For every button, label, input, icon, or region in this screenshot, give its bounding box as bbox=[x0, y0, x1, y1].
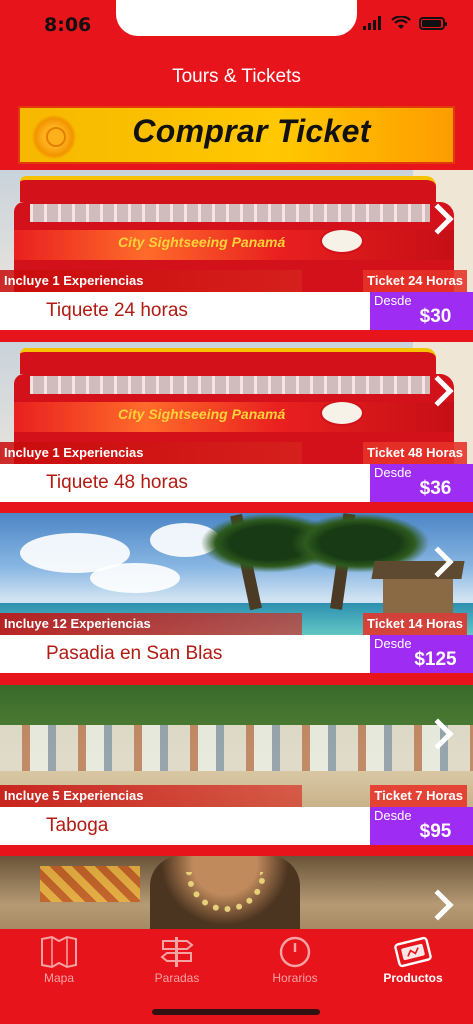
price-amount: $125 bbox=[414, 649, 457, 670]
home-indicator bbox=[152, 1009, 320, 1015]
battery-icon bbox=[419, 16, 447, 30]
experiences-count: Incluye 5 Experiencias bbox=[0, 784, 302, 807]
page-title: Tours & Tickets bbox=[172, 66, 301, 87]
status-bar: 8:06 bbox=[0, 0, 473, 52]
product-title-bar: Tiquete 48 horas bbox=[0, 463, 370, 502]
wifi-icon bbox=[391, 16, 411, 29]
tab-mapa[interactable]: Mapa bbox=[0, 929, 118, 993]
signal-icon bbox=[363, 16, 381, 30]
ticket-duration: Ticket 24 Horas bbox=[363, 270, 467, 292]
product-title: Pasadia en San Blas bbox=[46, 643, 223, 664]
product-title: Tiquete 24 horas bbox=[46, 300, 188, 321]
navigation-bar: Tours & Tickets bbox=[0, 52, 473, 102]
product-title-bar: Pasadia en San Blas bbox=[0, 635, 370, 673]
price-amount: $36 bbox=[419, 477, 452, 499]
experiences-count: Incluye 1 Experiencias bbox=[0, 441, 302, 464]
product-title-bar: Tiquete 24 horas bbox=[0, 292, 370, 330]
status-time: 8:06 bbox=[44, 14, 92, 36]
clock-icon bbox=[279, 936, 311, 968]
product-title: Taboga bbox=[46, 814, 109, 836]
price-box: Desde $36 bbox=[370, 463, 473, 502]
price-amount: $95 bbox=[419, 820, 452, 842]
tab-paradas[interactable]: Paradas bbox=[118, 929, 236, 993]
product-card[interactable]: Incluye 5 Experiencias Ticket 7 Horas Ta… bbox=[0, 684, 473, 857]
experiences-count: Incluye 1 Experiencias bbox=[0, 270, 302, 292]
buy-ticket-banner[interactable]: Comprar Ticket bbox=[18, 106, 455, 164]
price-box: Desde $95 bbox=[370, 806, 473, 845]
ticket-icon bbox=[394, 936, 432, 968]
tab-label: Paradas bbox=[154, 971, 200, 985]
signpost-icon bbox=[160, 937, 194, 967]
tab-label: Productos bbox=[383, 971, 443, 985]
price-box: Desde $125 bbox=[370, 635, 473, 673]
tab-horarios[interactable]: Horarios bbox=[236, 929, 354, 993]
product-list: City Sightseeing Panamá Incluye 1 Experi… bbox=[0, 170, 473, 1024]
product-title-bar: Taboga bbox=[0, 806, 370, 845]
ticket-duration: Ticket 14 Horas bbox=[363, 613, 467, 635]
tab-label: Mapa bbox=[43, 971, 75, 985]
product-card[interactable]: City Sightseeing Panamá Incluye 1 Experi… bbox=[0, 170, 473, 342]
price-amount: $30 bbox=[419, 306, 452, 327]
ticket-duration: Ticket 7 Horas bbox=[370, 784, 467, 807]
ticket-duration: Ticket 48 Horas bbox=[363, 441, 467, 464]
tab-productos[interactable]: Productos bbox=[354, 929, 472, 993]
device-notch bbox=[116, 0, 357, 36]
experiences-count: Incluye 12 Experiencias bbox=[0, 613, 302, 635]
price-box: Desde $30 bbox=[370, 292, 473, 330]
product-title: Tiquete 48 horas bbox=[46, 471, 188, 493]
status-icons bbox=[363, 16, 447, 30]
product-card[interactable]: City Sightseeing Panamá Incluye 1 Experi… bbox=[0, 341, 473, 514]
tab-bar: Mapa Paradas Horarios Productos bbox=[0, 929, 473, 1024]
tab-label: Horarios bbox=[272, 971, 318, 985]
map-icon bbox=[41, 935, 77, 969]
product-card[interactable]: Incluye 12 Experiencias Ticket 14 Horas … bbox=[0, 513, 473, 685]
buy-ticket-label: Comprar Ticket bbox=[132, 113, 371, 149]
